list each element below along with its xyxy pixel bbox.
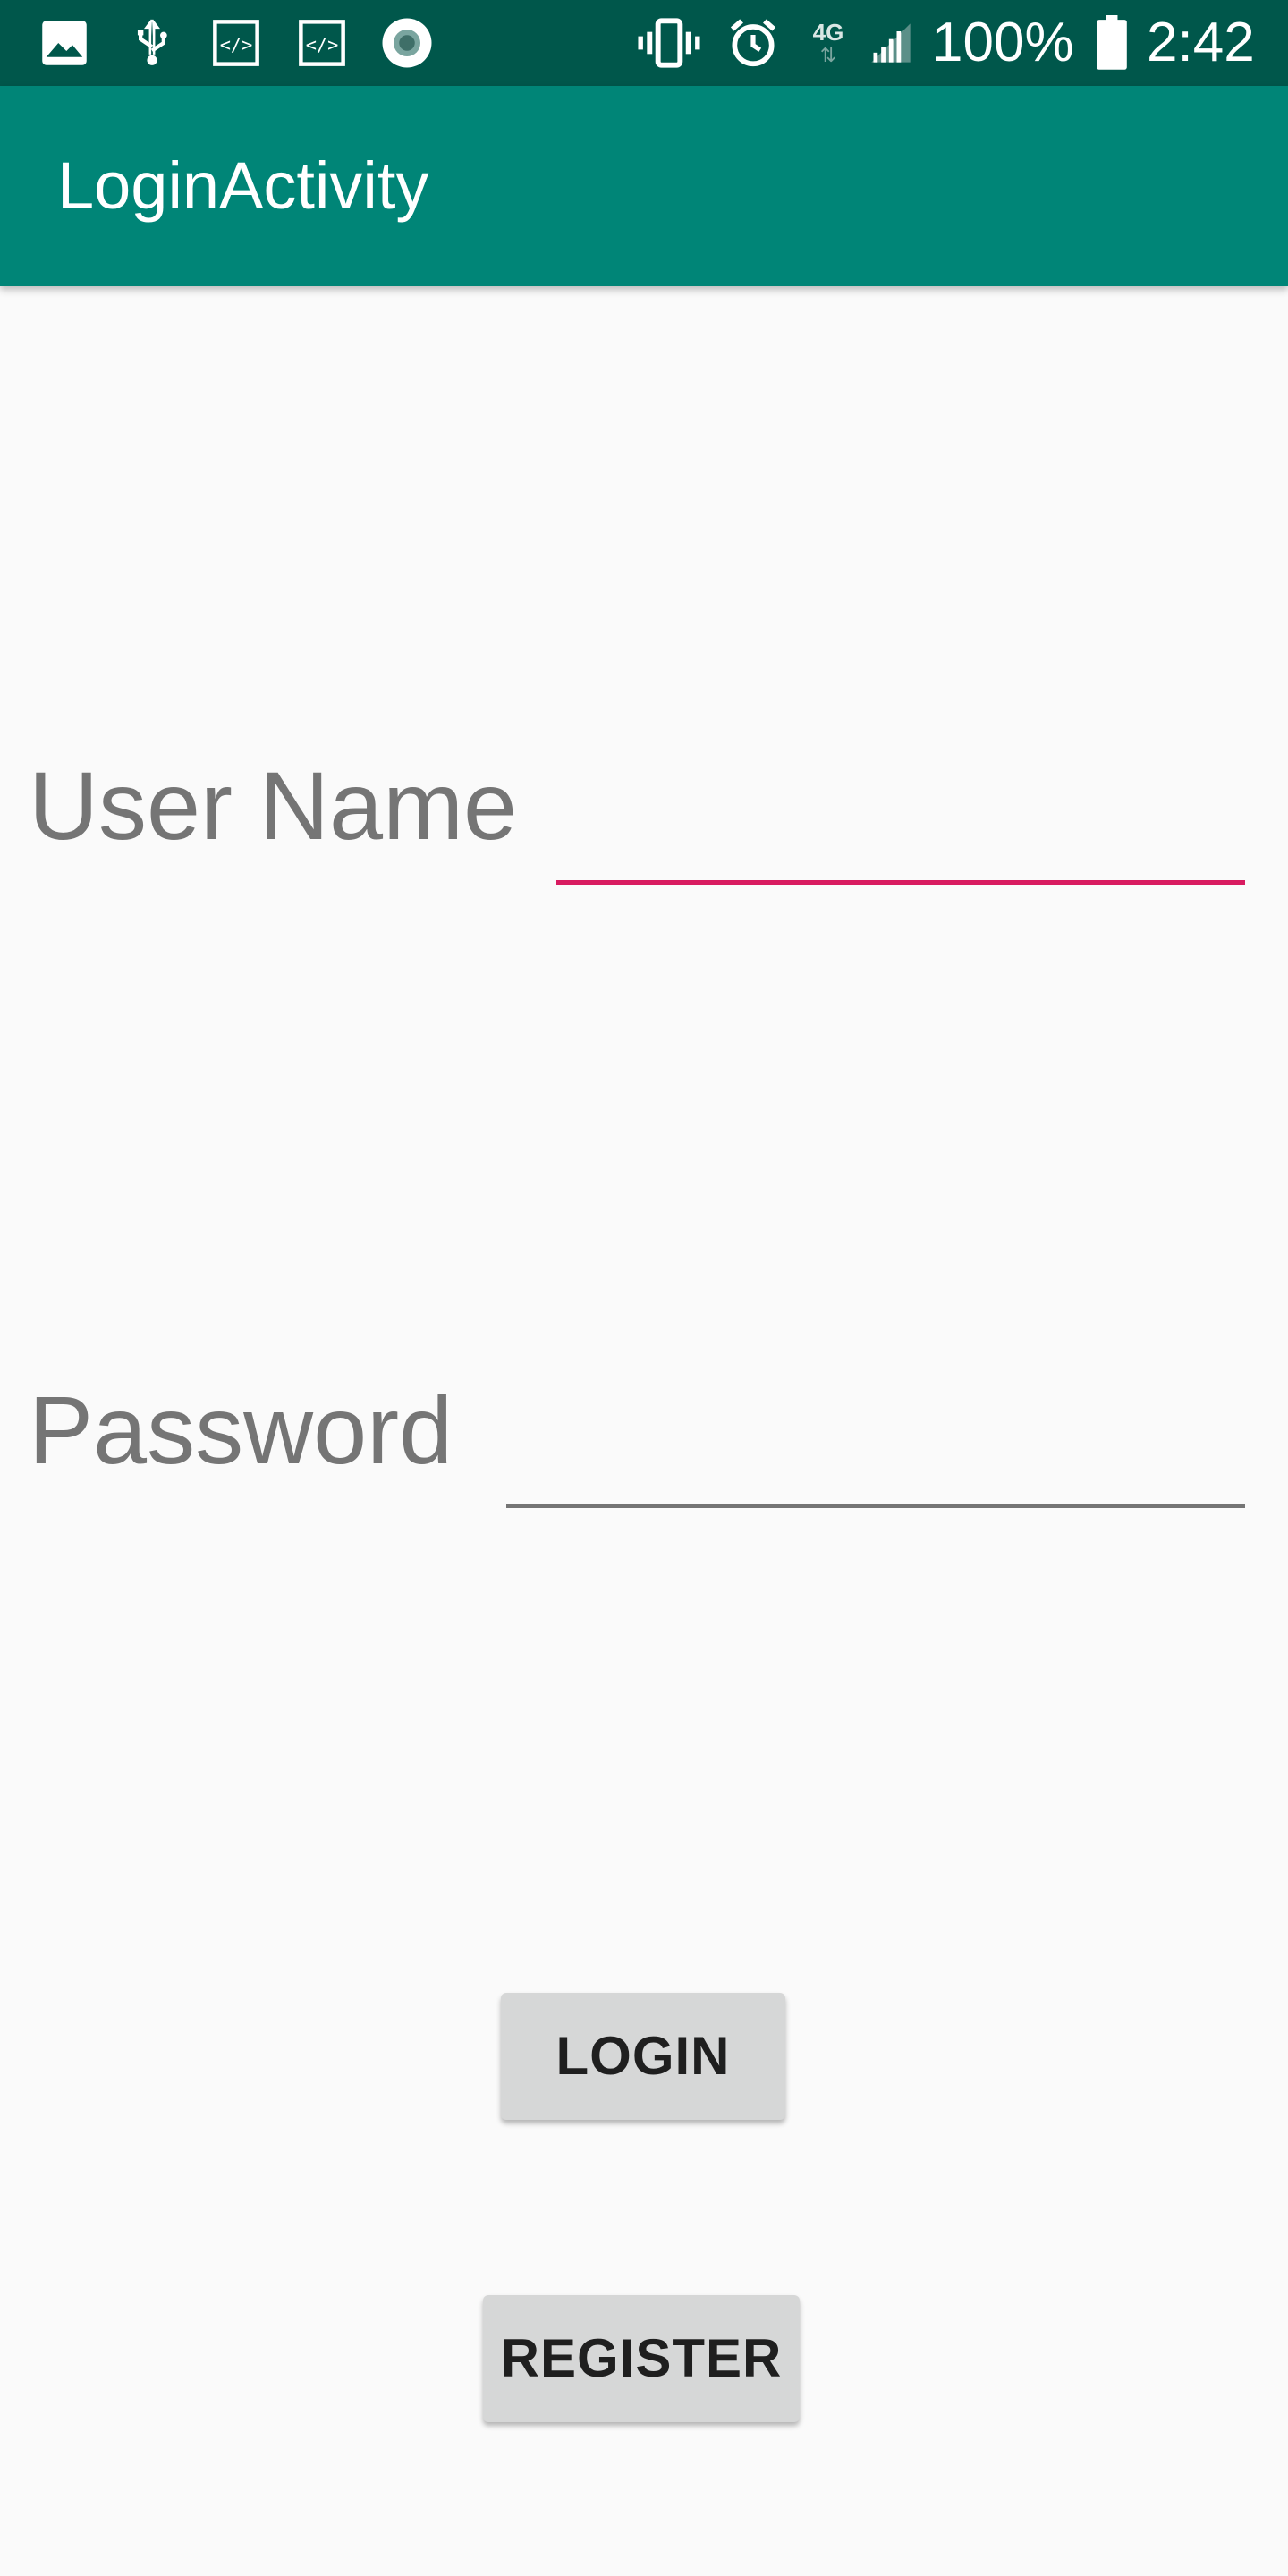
username-underline — [556, 880, 1245, 885]
code-icon: </> — [209, 16, 263, 70]
password-underline — [506, 1504, 1245, 1508]
network-type-label: 4G — [812, 19, 844, 46]
page-title: LoginActivity — [57, 148, 429, 223]
username-input[interactable] — [558, 787, 1245, 877]
app-bar: LoginActivity — [0, 86, 1288, 286]
register-button[interactable]: REGISTER — [483, 2295, 800, 2422]
code-icon: </> — [295, 16, 349, 70]
battery-icon — [1089, 15, 1134, 70]
password-input[interactable] — [508, 1413, 1245, 1503]
clock-time: 2:42 — [1147, 12, 1255, 73]
status-bar: </> </> 4G ⇅ 100% 2:42 — [0, 0, 1288, 86]
image-icon — [38, 16, 91, 70]
login-screen: </> </> 4G ⇅ 100% 2:42 LoginActivity Use… — [0, 0, 1288, 2576]
svg-text:</>: </> — [306, 34, 339, 55]
alarm-icon — [724, 16, 782, 70]
username-label: User Name — [29, 751, 518, 860]
vibrate-icon — [635, 16, 703, 70]
password-label: Password — [29, 1376, 453, 1484]
signal-icon — [866, 16, 916, 70]
record-icon — [379, 16, 435, 70]
usb-icon — [125, 16, 179, 70]
login-button[interactable]: LOGIN — [501, 1993, 785, 2120]
data-arrows-icon: ⇅ — [819, 44, 837, 66]
battery-percent: 100% — [932, 12, 1074, 73]
network-4g-icon: 4G ⇅ — [803, 16, 853, 70]
svg-text:</>: </> — [220, 34, 253, 55]
